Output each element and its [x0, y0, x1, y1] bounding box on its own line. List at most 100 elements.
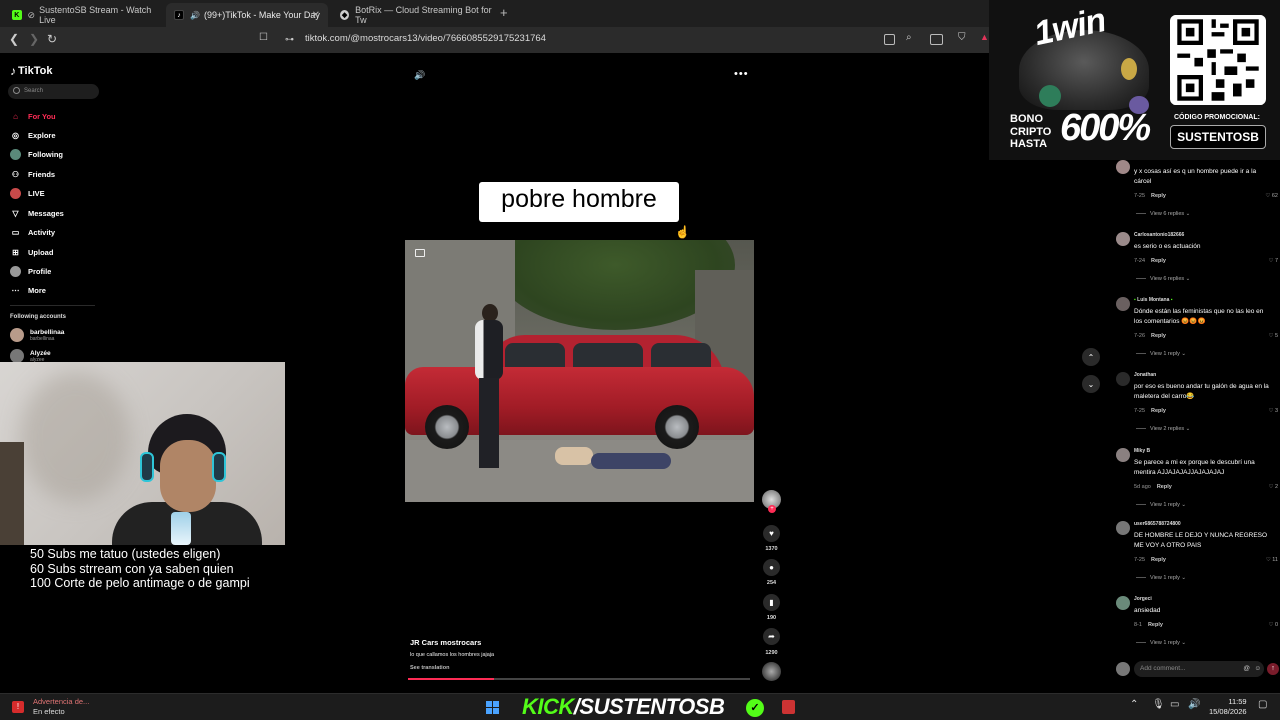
notification-icon[interactable]: ▢: [1258, 699, 1267, 710]
emoji-icon[interactable]: ☺: [1254, 661, 1261, 677]
comment-likes[interactable]: ♡ 2: [1268, 484, 1278, 490]
cast-icon[interactable]: [930, 34, 943, 45]
tab-tiktok[interactable]: ♪ 🔊 (99+)TikTok - Make Your Day ✕: [166, 3, 328, 27]
compass-icon: ◎: [12, 130, 19, 140]
comment-username[interactable]: user6865788724800: [1134, 521, 1181, 527]
video-progress-bar[interactable]: [408, 678, 750, 680]
comment-username[interactable]: Miky B: [1134, 448, 1150, 454]
zoom-icon[interactable]: ⌕: [906, 32, 912, 43]
next-video-button[interactable]: ⌄: [1082, 375, 1100, 393]
comment-username[interactable]: Jorgeci: [1134, 596, 1152, 602]
comment-placeholder: Add comment...: [1140, 665, 1186, 672]
tab-botrix[interactable]: ◆ BotRix — Cloud Streaming Bot for Tw: [332, 3, 492, 27]
view-replies-button[interactable]: View 6 replies ⌄: [1136, 211, 1190, 217]
music-disc-icon[interactable]: [762, 662, 781, 681]
comment-likes[interactable]: ♡ 11: [1266, 557, 1278, 563]
comment-username[interactable]: ▪ Luis Montana ▪: [1134, 297, 1173, 303]
close-tab-icon[interactable]: ✕: [312, 10, 320, 21]
translate-icon[interactable]: [884, 34, 895, 45]
chevron-up-icon: ⌃: [1087, 352, 1095, 362]
shield-icon[interactable]: ⛉: [958, 32, 966, 43]
nav-more[interactable]: ⋯ More: [10, 284, 46, 296]
view-replies-button[interactable]: View 6 replies ⌄: [1136, 276, 1190, 282]
volume-icon[interactable]: 🔊: [414, 70, 425, 81]
following-account[interactable]: Alyzée alyzee: [10, 349, 51, 363]
reply-button[interactable]: Reply: [1157, 484, 1172, 490]
view-replies-button[interactable]: View 1 reply ⌄: [1136, 575, 1186, 581]
url-field[interactable]: tiktok.com/@mostrocars13/video/766608552…: [305, 33, 546, 44]
following-account[interactable]: barbellinaa barbellinaa: [10, 328, 64, 342]
tiktok-logo[interactable]: ♪ TikTok: [10, 64, 52, 78]
view-replies-button[interactable]: View 1 reply ⌄: [1136, 502, 1186, 508]
comment-likes[interactable]: ♡ 5: [1268, 333, 1278, 339]
comment-date: 5d ago: [1134, 484, 1151, 490]
mention-icon[interactable]: @: [1243, 661, 1250, 677]
volume-icon[interactable]: 🔊: [1188, 699, 1200, 710]
reply-button[interactable]: Reply: [1151, 333, 1166, 339]
view-replies-label: View 1 reply: [1150, 640, 1180, 646]
comment-button[interactable]: ●: [763, 559, 780, 576]
comment-likes[interactable]: ♡ 3: [1268, 408, 1278, 414]
chevron-up-icon[interactable]: ⌃: [1130, 699, 1138, 710]
search-input[interactable]: Search: [8, 84, 99, 99]
nav-activity[interactable]: ▭ Activity: [10, 226, 55, 238]
avatar[interactable]: [1116, 160, 1130, 174]
nav-live[interactable]: LIVE: [10, 187, 45, 199]
home-icon: ⌂: [13, 111, 18, 121]
send-comment-button[interactable]: ↑: [1267, 663, 1279, 675]
avatar[interactable]: [1116, 232, 1130, 246]
nav-explore[interactable]: ◎ Explore: [10, 129, 56, 141]
tab-sustentosb-stream[interactable]: K ⊘ SustentoSB Stream - Watch Live: [4, 3, 164, 27]
comment-input[interactable]: Add comment... @ ☺: [1134, 661, 1264, 677]
bono-line: CRIPTO: [1010, 125, 1052, 138]
save-button[interactable]: ▮: [763, 594, 780, 611]
view-replies-button[interactable]: View 1 reply ⌄: [1136, 351, 1186, 357]
nav-following[interactable]: Following: [10, 148, 63, 160]
comment-likes[interactable]: ♡ 7: [1268, 258, 1278, 264]
video-author[interactable]: JR Cars mostrocars: [410, 638, 481, 647]
comment-username[interactable]: Carlosantonio182666: [1134, 232, 1184, 238]
avatar[interactable]: [1116, 596, 1130, 610]
nav-for-you[interactable]: ⌂ For You: [10, 110, 56, 122]
windows-start-icon[interactable]: [486, 701, 499, 714]
forward-icon[interactable]: ❯: [29, 32, 39, 46]
reply-button[interactable]: Reply: [1151, 557, 1166, 563]
see-translation-link[interactable]: See translation: [410, 665, 449, 671]
avatar[interactable]: [1116, 297, 1130, 311]
view-replies-button[interactable]: View 1 reply ⌄: [1136, 640, 1186, 646]
back-icon[interactable]: ❮: [9, 32, 19, 46]
system-clock[interactable]: 11:59 15/08/2026: [1209, 697, 1247, 717]
nav-friends[interactable]: ⚇ Friends: [10, 168, 55, 180]
reply-button[interactable]: Reply: [1151, 258, 1166, 264]
site-info-icon[interactable]: ⊶: [285, 34, 294, 45]
nav-upload[interactable]: ⊞ Upload: [10, 246, 53, 258]
reload-icon[interactable]: ↻: [47, 32, 57, 46]
comment-likes[interactable]: ♡ 0: [1268, 622, 1278, 628]
microphone-icon[interactable]: 🎙: [1152, 699, 1165, 710]
view-replies-label: View 6 replies: [1150, 276, 1185, 282]
reply-button[interactable]: Reply: [1151, 408, 1166, 414]
comment-username[interactable]: Jonathan: [1134, 372, 1156, 378]
previous-video-button[interactable]: ⌃: [1082, 348, 1100, 366]
reply-button[interactable]: Reply: [1151, 193, 1166, 199]
share-button[interactable]: ➦: [763, 628, 780, 645]
view-replies-button[interactable]: View 2 replies ⌄: [1136, 426, 1190, 432]
avatar[interactable]: [1116, 521, 1130, 535]
nav-messages[interactable]: ▽ Messages: [10, 207, 63, 219]
avatar[interactable]: [1116, 372, 1130, 386]
reply-button[interactable]: Reply: [1148, 622, 1163, 628]
security-alert[interactable]: ! Advertencia de... En efecto: [12, 697, 89, 717]
new-tab-button[interactable]: +: [500, 5, 508, 20]
video-frame[interactable]: [405, 240, 754, 502]
follow-plus-icon[interactable]: +: [768, 505, 776, 513]
extension-icon[interactable]: ▲: [980, 32, 989, 42]
avatar[interactable]: [1116, 448, 1130, 462]
bookmark-icon[interactable]: ☐: [259, 32, 268, 43]
nav-profile[interactable]: Profile: [10, 265, 51, 277]
more-options-icon[interactable]: •••: [734, 68, 749, 80]
comment-likes[interactable]: ♡ 62: [1265, 193, 1278, 199]
like-button[interactable]: ♥: [763, 525, 780, 542]
likes-count: 5: [1274, 333, 1278, 339]
app-taskbar-icon[interactable]: [782, 700, 795, 714]
network-icon[interactable]: ▭: [1170, 699, 1179, 710]
